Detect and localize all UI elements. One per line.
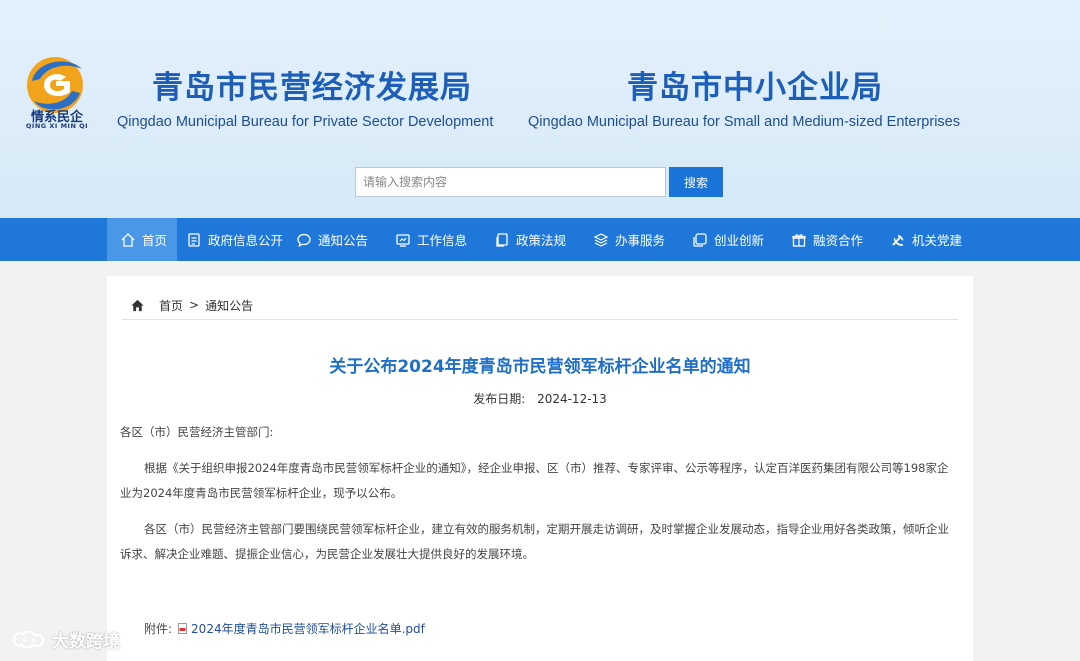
nav-item-label: 融资合作 xyxy=(813,233,864,248)
nav-item-policies[interactable]: 政策法规 xyxy=(494,218,566,261)
attachment-row: 附件: 2024年度青岛市民营领军标杆企业名单.pdf xyxy=(144,620,425,637)
article-paragraph-1-line-1: 根据《关于组织申报2024年度青岛市民营领军标杆企业的通知》，经企业申报、区（市… xyxy=(144,461,949,475)
breadcrumb-separator: > xyxy=(189,298,200,312)
pdf-icon xyxy=(178,623,188,634)
article-salutation: 各区（市）民营经济主管部门: xyxy=(120,425,274,439)
publish-date-label: 发布日期: xyxy=(473,392,526,406)
document-icon xyxy=(188,232,200,247)
watermark-logo-icon xyxy=(13,630,45,648)
nav-item-label: 工作信息 xyxy=(417,233,468,248)
watermark-text: 大数跨境 xyxy=(52,632,120,652)
nav-item-financing[interactable]: 融资合作 xyxy=(791,218,863,261)
attachment-link[interactable]: 2024年度青岛市民营领军标杆企业名单.pdf xyxy=(191,620,425,637)
article-paragraph-2-line-1: 各区（市）民营经济主管部门要围绕民营领军标杆企业，建立有效的服务机制，定期开展走… xyxy=(144,522,949,536)
home-icon[interactable] xyxy=(130,298,145,313)
bureau-title-sme: 青岛市中小企业局 xyxy=(627,70,883,106)
copy-icon xyxy=(496,232,508,247)
nav-item-label: 办事服务 xyxy=(615,233,666,248)
nav-item-home[interactable]: 首页 xyxy=(107,218,177,261)
home-icon xyxy=(121,232,135,247)
party-emblem-icon xyxy=(892,234,904,246)
nav-item-label: 机关党建 xyxy=(912,233,963,248)
bureau-title-private: 青岛市民营经济发展局 xyxy=(152,70,472,106)
nav-item-label: 政策法规 xyxy=(516,233,567,248)
search-button[interactable]: 搜索 xyxy=(669,167,723,197)
nav-item-gov-info[interactable]: 政府信息公开 xyxy=(186,218,283,261)
publish-date-value: 2024-12-13 xyxy=(537,392,607,406)
attachment-label: 附件: xyxy=(144,622,173,636)
square-icon xyxy=(693,232,707,247)
breadcrumb-divider xyxy=(122,319,958,320)
nav-item-work-info[interactable]: 工作信息 xyxy=(395,218,467,261)
chat-icon xyxy=(297,233,311,247)
search-input[interactable] xyxy=(355,167,666,197)
bureau-subtitle-sme: Qingdao Municipal Bureau for Small and M… xyxy=(528,114,960,130)
article-paragraph-2-line-2: 诉求、解决企业难题、提振企业信心，为民营企业发展壮大提供良好的发展环境。 xyxy=(120,547,534,561)
publish-date: 发布日期: 2024-12-13 xyxy=(107,390,973,407)
nav-item-label: 创业创新 xyxy=(714,233,765,248)
logo-subtext: QING XI MIN QI xyxy=(25,122,89,130)
monitor-icon xyxy=(396,233,410,247)
article-title: 关于公布2024年度青岛市民营领军标杆企业名单的通知 xyxy=(329,357,751,377)
nav-item-services[interactable]: 办事服务 xyxy=(593,218,665,261)
breadcrumb-current[interactable]: 通知公告 xyxy=(205,297,253,314)
gift-icon xyxy=(792,233,806,247)
nav-item-label: 政府信息公开 xyxy=(208,233,284,248)
layers-icon xyxy=(593,232,609,247)
article-paragraph-1-line-2: 业为2024年度青岛市民营领军标杆企业，现予以公布。 xyxy=(120,486,403,500)
breadcrumb-home-link[interactable]: 首页 xyxy=(159,297,183,314)
nav-item-notices[interactable]: 通知公告 xyxy=(296,218,368,261)
site-header: 情系民企 QING XI MIN QI 青岛市民营经济发展局 Qingdao M… xyxy=(0,0,1080,218)
nav-item-label: 首页 xyxy=(142,233,168,248)
nav-item-startup[interactable]: 创业创新 xyxy=(692,218,764,261)
breadcrumb: 首页 > 通知公告 xyxy=(130,296,253,314)
watermark: 大数跨境 xyxy=(10,627,120,652)
bureau-subtitle-private: Qingdao Municipal Bureau for Private Sec… xyxy=(117,114,494,130)
nav-item-label: 通知公告 xyxy=(318,233,369,248)
main-nav: 首页 政府信息公开 通知公告 工作信息 政策法规 办事服务 创业创新 融资合作 … xyxy=(0,218,1080,261)
nav-item-party[interactable]: 机关党建 xyxy=(890,218,962,261)
